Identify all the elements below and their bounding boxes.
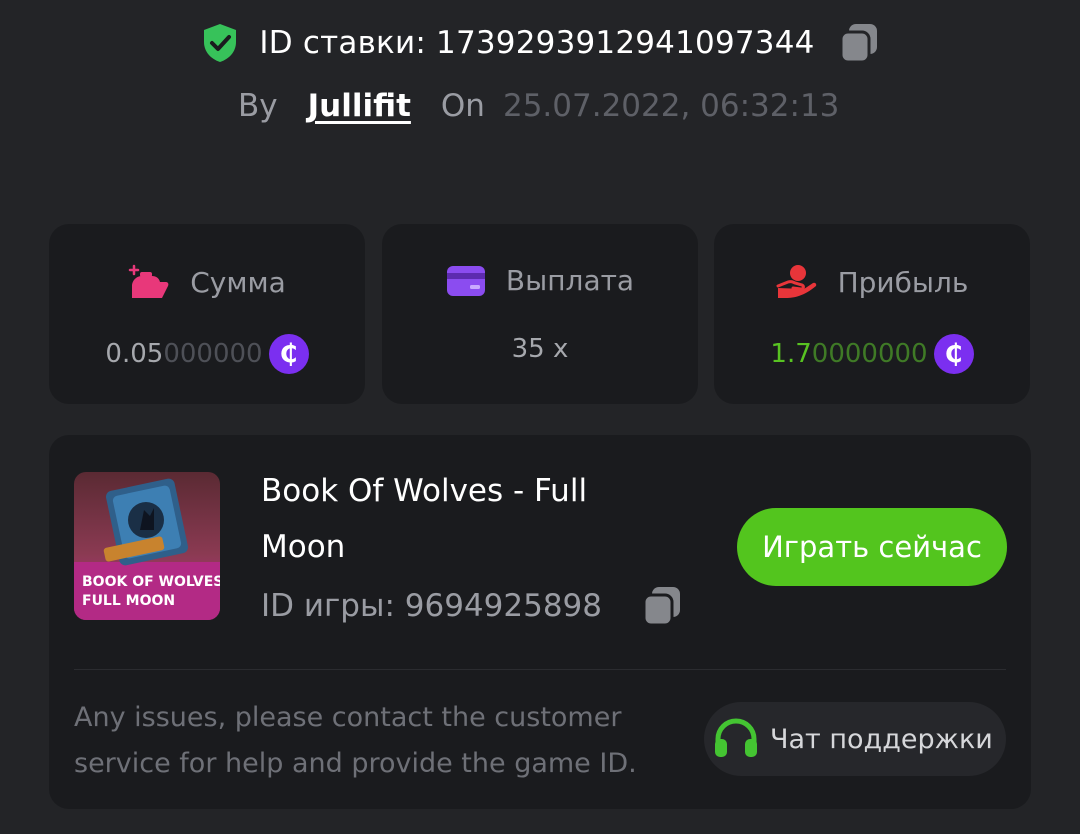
profit-value-dim: 0000000 <box>811 339 928 369</box>
headset-icon <box>715 718 757 757</box>
help-text: Any issues, please contact the customer … <box>74 702 637 779</box>
coin-icon: ₵ <box>268 334 309 374</box>
support-chat-button[interactable]: Чат поддержки <box>704 702 1006 776</box>
amount-label-row: Сумма <box>49 264 365 300</box>
bet-id-row: ID ставки: 1739293912941097344 <box>0 22 1080 64</box>
divider <box>74 669 1006 670</box>
amount-card: Сумма 0.05 000000 ₵ <box>49 224 365 404</box>
shield-check-icon <box>204 24 237 62</box>
payout-label-row: Выплата <box>382 264 698 297</box>
profit-label: Прибыль <box>837 265 969 299</box>
support-chat-label: Чат поддержки <box>770 723 993 755</box>
bet-id-text: ID ставки: 1739293912941097344 <box>259 25 815 61</box>
thumb-title-line2: FULL MOON <box>82 593 175 609</box>
payout-card: Выплата 35 x <box>382 224 698 404</box>
copy-icon[interactable] <box>642 585 682 627</box>
game-title[interactable]: Book Of Wolves - Full Moon <box>261 463 681 575</box>
credit-card-icon <box>446 265 485 296</box>
profit-value: 1.7 0000000 ₵ <box>714 334 1030 374</box>
money-bag-icon <box>128 264 169 298</box>
game-id-text: ID игры: 9694925898 <box>261 588 602 624</box>
payout-label: Выплата <box>505 264 635 297</box>
bet-datetime: 25.07.2022, 06:32:13 <box>502 88 840 124</box>
thumb-title-line1: BOOK OF WOLVES <box>82 574 220 590</box>
profit-value-main: 1.7 <box>770 339 812 369</box>
hand-coin-icon <box>776 265 816 298</box>
profit-card: Прибыль 1.7 0000000 ₵ <box>714 224 1030 404</box>
game-id-row: ID игры: 9694925898 <box>261 585 682 627</box>
username-link[interactable]: Jullifit <box>308 88 411 124</box>
amount-value-dim: 000000 <box>163 339 263 369</box>
byline: By Jullifit On 25.07.2022, 06:32:13 <box>238 88 839 124</box>
game-thumbnail[interactable]: BOOK OF WOLVES FULL MOON <box>74 472 220 620</box>
copy-icon[interactable] <box>839 22 879 64</box>
payout-value: 35 x <box>511 334 569 364</box>
coin-icon: ₵ <box>933 334 974 374</box>
play-now-button[interactable]: Играть сейчас <box>737 508 1007 586</box>
payout-value-row: 35 x <box>382 334 698 364</box>
amount-label: Сумма <box>190 265 286 299</box>
profit-label-row: Прибыль <box>714 264 1030 300</box>
by-label: By <box>238 88 278 124</box>
game-panel: BOOK OF WOLVES FULL MOON Book Of Wolves … <box>49 435 1031 809</box>
amount-value: 0.05 000000 ₵ <box>49 334 365 374</box>
on-label: On <box>440 88 485 124</box>
amount-value-main: 0.05 <box>105 339 164 369</box>
